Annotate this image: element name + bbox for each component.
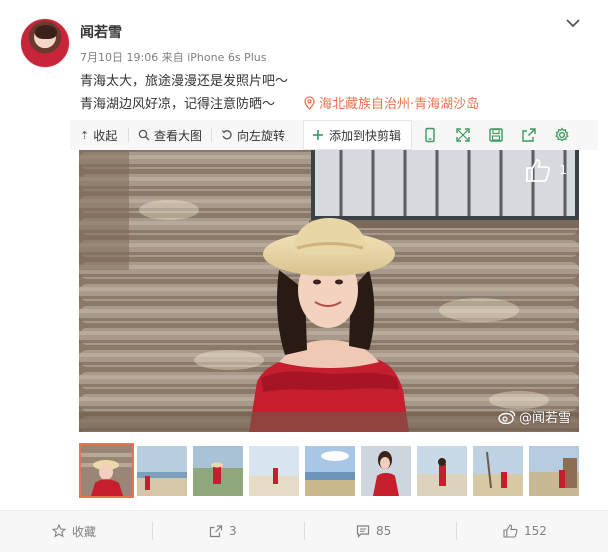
location-link[interactable]: 海北藏族自治州·青海湖沙岛 <box>304 93 479 112</box>
thumbnail-2[interactable] <box>137 446 187 496</box>
view-large-button[interactable]: 查看大图 <box>138 120 202 150</box>
star-icon <box>52 524 66 538</box>
view-large-label: 查看大图 <box>154 128 203 143</box>
collapse-label: 收起 <box>93 128 118 143</box>
footer-divider <box>456 522 457 540</box>
comment-count: 85 <box>376 524 392 538</box>
thumbnail-6[interactable] <box>361 446 411 496</box>
favorite-label: 收藏 <box>72 524 97 539</box>
thumbnail-7[interactable] <box>417 446 467 496</box>
add-to-clip-label: 添加到快剪辑 <box>329 128 402 143</box>
share-icon[interactable] <box>521 127 537 143</box>
footer-divider <box>152 522 153 540</box>
repost-button[interactable]: 3 <box>209 510 237 552</box>
avatar[interactable] <box>20 18 70 68</box>
fullscreen-icon[interactable] <box>455 127 471 143</box>
repost-count: 3 <box>229 524 237 538</box>
comment-icon <box>356 525 370 538</box>
photo-like-button[interactable]: 1 <box>525 158 567 182</box>
gear-icon[interactable] <box>554 127 570 143</box>
username[interactable]: 闻若雪 <box>80 22 122 42</box>
footer-divider <box>304 522 305 540</box>
source-prefix: 来自 <box>161 51 184 64</box>
photo-scene <box>79 150 579 432</box>
comment-button[interactable]: 85 <box>356 510 391 552</box>
toolbar-divider <box>211 128 212 142</box>
main-photo[interactable]: 1 @闻若雪 <box>79 150 579 432</box>
like-count: 152 <box>524 524 547 538</box>
plus-icon <box>313 130 323 140</box>
weibo-logo-icon <box>498 410 516 424</box>
thumbnail-4[interactable] <box>249 446 299 496</box>
collapse-icon: ⇡ <box>80 128 90 142</box>
add-to-clip-button[interactable]: 添加到快剪辑 <box>303 120 412 150</box>
rotate-left-icon <box>221 130 232 140</box>
magnifier-icon <box>138 129 150 141</box>
post-text-line-2: 青海湖边风好凉，记得注意防晒～ <box>80 97 276 112</box>
save-icon[interactable] <box>488 127 504 143</box>
thumbnail-1[interactable] <box>79 443 134 498</box>
post-date[interactable]: 7月10日 19:06 <box>80 51 158 64</box>
rotate-left-button[interactable]: 向左旋转 <box>221 120 285 150</box>
rotate-left-label: 向左旋转 <box>237 128 286 143</box>
watermark: @闻若雪 <box>498 407 571 426</box>
phone-icon[interactable] <box>422 127 438 143</box>
toolbar-divider <box>128 128 129 142</box>
photo-like-count: 1 <box>559 163 567 177</box>
post-meta: 7月10日 19:06 来自 iPhone 6s Plus <box>80 49 266 65</box>
favorite-button[interactable]: 收藏 <box>52 510 96 552</box>
thumbs-up-icon <box>526 159 551 182</box>
location-pin-icon <box>304 95 315 110</box>
post-source[interactable]: iPhone 6s Plus <box>187 51 266 64</box>
thumbnail-5[interactable] <box>305 446 355 496</box>
repost-icon <box>209 525 223 538</box>
thumbnail-8[interactable] <box>473 446 523 496</box>
chevron-down-icon[interactable] <box>564 14 582 32</box>
post-text-line-1: 青海太大，旅途漫漫还是发照片吧～ <box>80 74 289 89</box>
like-button[interactable]: 152 <box>503 510 547 552</box>
weibo-post-card: 闻若雪 7月10日 19:06 来自 iPhone 6s Plus 青海太大，旅… <box>0 0 608 552</box>
thumbnail-9[interactable] <box>529 446 579 496</box>
collapse-button[interactable]: ⇡ 收起 <box>80 120 117 150</box>
watermark-text: @闻若雪 <box>518 411 571 426</box>
location-label: 海北藏族自治州·青海湖沙岛 <box>319 97 480 112</box>
thumbnail-3[interactable] <box>193 446 243 496</box>
thumbs-up-icon <box>503 524 518 538</box>
